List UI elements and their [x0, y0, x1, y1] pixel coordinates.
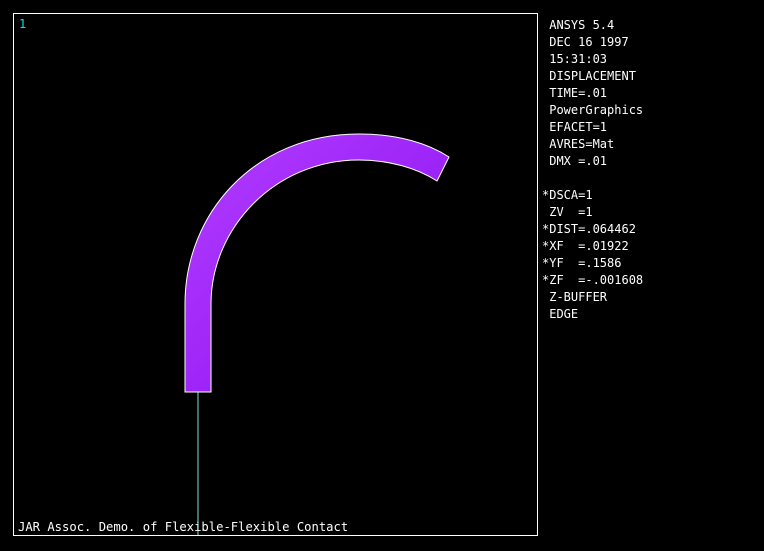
legend-version: ANSYS 5.4 — [542, 18, 615, 32]
legend-result-type: DISPLACEMENT — [542, 69, 636, 83]
legend-solution-time: TIME=.01 — [542, 86, 608, 100]
status-legend: ANSYS 5.4 DEC 16 1997 15:31:03 DISPLACEM… — [542, 17, 760, 323]
legend-zf: *ZF =-.001608 — [542, 273, 644, 287]
legend-avres: AVRES=Mat — [542, 137, 615, 151]
legend-yf: *YF =.1586 — [542, 256, 622, 270]
graphics-viewport[interactable]: 1 JAR Assoc. Demo. of Flexible-Flexible … — [13, 13, 538, 536]
legend-xf: *XF =.01922 — [542, 239, 629, 253]
legend-zv: ZV =1 — [542, 205, 593, 219]
plot-caption: JAR Assoc. Demo. of Flexible-Flexible Co… — [18, 520, 349, 534]
legend-edge: EDGE — [542, 307, 579, 321]
model-plot — [184, 133, 450, 535]
legend-dmx: DMX =.01 — [542, 154, 608, 168]
legend-zbuffer: Z-BUFFER — [542, 290, 608, 304]
legend-date: DEC 16 1997 — [542, 35, 629, 49]
legend-graphics-mode: PowerGraphics — [542, 103, 644, 117]
curved-beam — [184, 133, 450, 393]
legend-dist: *DIST=.064462 — [542, 222, 636, 236]
legend-efacet: EFACET=1 — [542, 120, 608, 134]
legend-dsca: *DSCA=1 — [542, 188, 593, 202]
legend-spacer — [542, 170, 760, 187]
legend-time: 15:31:03 — [542, 52, 608, 66]
